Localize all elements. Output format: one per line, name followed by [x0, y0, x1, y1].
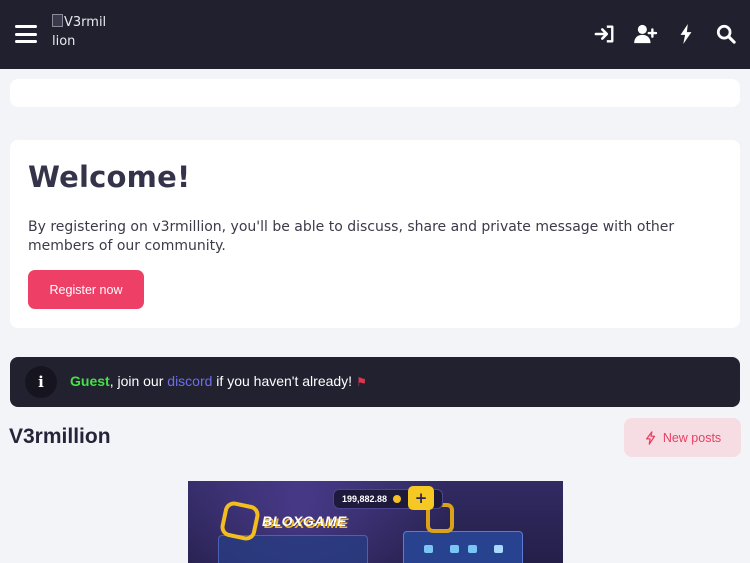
banner-panel-right: [403, 531, 523, 563]
whats-new-icon[interactable]: [678, 24, 694, 44]
discord-notice: i Guest, join our discord if you haven't…: [10, 357, 740, 407]
coin-icon: [393, 495, 402, 503]
balance-value: 199,882.88: [342, 494, 388, 504]
login-icon[interactable]: [594, 24, 616, 44]
bolt-icon: [645, 430, 655, 445]
logo-alt-text-line2: lion: [52, 34, 76, 49]
forum-title: V3rmillion: [9, 425, 111, 448]
welcome-card: Welcome! By registering on v3rmillion, y…: [10, 140, 740, 328]
broken-image-icon: [52, 14, 63, 27]
notice-text-after: if you haven't already!: [212, 373, 353, 389]
menu-icon[interactable]: [15, 25, 37, 43]
notice-text: Guest, join our discord if you haven't a…: [70, 373, 367, 389]
register-icon[interactable]: [634, 24, 658, 44]
new-posts-label: New posts: [662, 430, 722, 445]
flag-icon: ⚑: [356, 375, 367, 389]
bloxgame-ad-banner[interactable]: BLOXGAME 199,882.88 +: [188, 481, 563, 563]
deposit-plus-button: +: [408, 486, 434, 510]
info-icon: i: [25, 366, 57, 398]
new-posts-button[interactable]: New posts: [624, 418, 741, 457]
logo-alt-text-line1: V3rmil: [64, 15, 107, 30]
guest-label: Guest: [70, 373, 110, 389]
welcome-title: Welcome!: [28, 160, 191, 194]
bloxgame-brand: BLOXGAME: [262, 513, 347, 529]
top-navbar: V3rmil lion: [0, 0, 750, 69]
discord-link[interactable]: discord: [167, 373, 212, 389]
search-icon[interactable]: [716, 24, 736, 44]
site-logo[interactable]: V3rmil lion: [52, 13, 122, 57]
notice-text-before: , join our: [109, 373, 168, 389]
welcome-text: By registering on v3rmillion, you'll be …: [28, 219, 675, 254]
register-now-button[interactable]: Register now: [28, 270, 144, 309]
top-notice-card: [10, 79, 740, 107]
